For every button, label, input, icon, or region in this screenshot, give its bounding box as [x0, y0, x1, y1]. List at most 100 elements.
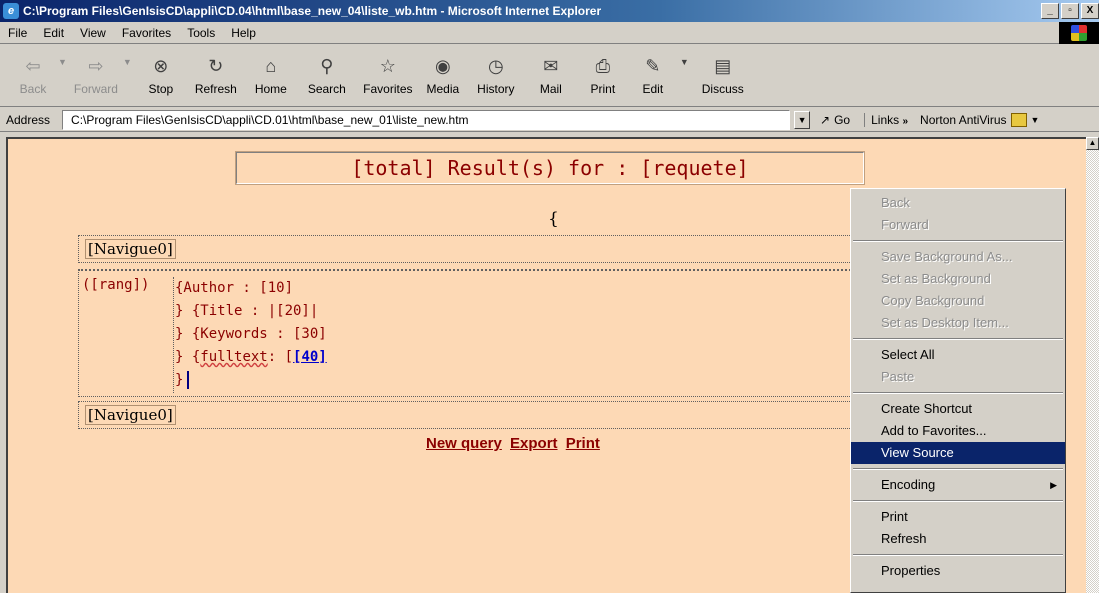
cm-separator — [853, 468, 1063, 470]
print-label: Print — [590, 81, 616, 96]
field-title: } {Title : |[20]| — [175, 303, 319, 319]
links-button[interactable]: Links » — [864, 112, 909, 127]
navigue-bottom: [Navigue0] — [78, 401, 878, 429]
edit-dropdown-icon[interactable]: ▼ — [680, 57, 689, 67]
navigue-bottom-label: [Navigue0] — [85, 405, 176, 425]
back-button[interactable]: ⇦ Back — [10, 45, 56, 105]
cm-separator — [853, 338, 1063, 340]
cm-refresh[interactable]: Refresh — [851, 528, 1065, 550]
fields-cell: {Author : [10] } {Title : |[20]| } {Keyw… — [175, 277, 327, 392]
forward-dropdown-icon[interactable]: ▼ — [123, 57, 132, 67]
printer-icon: ⎙ — [595, 56, 611, 76]
forward-label: Forward — [73, 81, 118, 96]
search-button[interactable]: ⚲ Search — [296, 45, 358, 105]
go-button[interactable]: ↗ Go — [820, 113, 850, 127]
field-end: } — [175, 369, 327, 392]
norton-antivirus-button[interactable]: Norton AntiVirus ▼ — [920, 112, 1040, 127]
menu-tools[interactable]: Tools — [179, 26, 223, 40]
address-bar: Address C:\Program Files\GenIsisCD\appli… — [0, 108, 1099, 132]
go-label: Go — [834, 112, 851, 127]
menu-favorites[interactable]: Favorites — [114, 26, 179, 40]
home-icon: ⌂ — [265, 56, 277, 76]
go-arrow-icon: ↗ — [820, 112, 831, 127]
back-arrow-icon: ⇦ — [25, 56, 41, 76]
cm-select-all[interactable]: Select All — [851, 344, 1065, 366]
navigue-top-label: [Navigue0] — [85, 239, 176, 259]
cm-encoding[interactable]: Encoding ▶ — [851, 474, 1065, 496]
cm-view-source[interactable]: View Source — [851, 442, 1065, 464]
cm-print[interactable]: Print — [851, 506, 1065, 528]
chevron-right-icon: » — [902, 115, 909, 127]
address-dropdown-icon[interactable]: ▼ — [794, 110, 811, 129]
favorites-star-icon: ☆ — [379, 56, 396, 76]
text-caret — [187, 371, 190, 389]
ie-logo-icon: e — [3, 3, 19, 19]
fulltext-link[interactable]: [40] — [293, 349, 327, 365]
scroll-up-icon[interactable]: ▲ — [1086, 137, 1099, 150]
fulltext-prefix: } { — [175, 349, 201, 365]
history-icon: ◷ — [487, 56, 504, 76]
menu-edit[interactable]: Edit — [35, 26, 72, 40]
history-button[interactable]: ◷ History — [468, 45, 524, 105]
stop-label: Stop — [148, 81, 174, 96]
edit-button[interactable]: ✎ Edit — [628, 45, 678, 105]
norton-dropdown-icon[interactable]: ▼ — [1031, 115, 1040, 125]
cm-save-background: Save Background As... — [881, 249, 1013, 264]
vertical-scrollbar[interactable]: ▲ — [1086, 137, 1099, 593]
new-query-link[interactable]: New query — [426, 435, 502, 452]
discuss-button[interactable]: ▤ Discuss — [693, 45, 753, 105]
submenu-arrow-icon: ▶ — [1050, 480, 1057, 490]
cm-add-to-favorites[interactable]: Add to Favorites... — [851, 420, 1065, 442]
window-title: C:\Program Files\GenIsisCD\appli\CD.04\h… — [23, 4, 602, 18]
media-globe-icon: ◉ — [434, 56, 451, 76]
back-label: Back — [19, 81, 47, 96]
favorites-label: Favorites — [363, 81, 413, 96]
media-button[interactable]: ◉ Media — [418, 45, 468, 105]
cm-encoding-label: Encoding — [881, 477, 936, 492]
window-titlebar[interactable]: e C:\Program Files\GenIsisCD\appli\CD.04… — [0, 0, 1099, 22]
mail-button[interactable]: ✉ Mail — [524, 45, 578, 105]
record-template: ([rang]) {Author : [10] } {Title : |[20]… — [78, 269, 878, 397]
refresh-label: Refresh — [194, 81, 237, 96]
window-controls: _ ▫ X — [1039, 3, 1099, 19]
refresh-button[interactable]: ↻ Refresh — [186, 45, 246, 105]
windows-flag-icon — [1071, 25, 1087, 41]
cm-separator — [853, 240, 1063, 242]
home-button[interactable]: ⌂ Home — [246, 45, 296, 105]
maximize-button[interactable]: ▫ — [1061, 3, 1079, 19]
menu-view[interactable]: View — [72, 26, 114, 40]
export-link[interactable]: Export — [510, 435, 558, 452]
navigue-top: [Navigue0] — [78, 235, 878, 263]
rang-cell: ([rang]) — [82, 277, 174, 393]
norton-label: Norton AntiVirus — [920, 112, 1007, 127]
standard-toolbar: ⇦ Back ▼ ⇨ Forward ▼ ⊗ Stop ↻ Refresh ⌂ … — [0, 45, 1099, 107]
address-input[interactable]: C:\Program Files\GenIsisCD\appli\CD.01\h… — [62, 109, 791, 130]
cm-separator — [853, 392, 1063, 394]
cm-properties[interactable]: Properties — [851, 560, 1065, 582]
favorites-button[interactable]: ☆ Favorites — [358, 45, 418, 105]
norton-icon — [1010, 112, 1027, 127]
discuss-icon: ▤ — [714, 56, 732, 76]
print-link[interactable]: Print — [566, 435, 600, 452]
print-button[interactable]: ⎙ Print — [578, 45, 628, 105]
stop-button[interactable]: ⊗ Stop — [136, 45, 186, 105]
media-label: Media — [426, 81, 460, 96]
minimize-button[interactable]: _ — [1041, 3, 1059, 19]
menu-help[interactable]: Help — [223, 26, 264, 40]
cm-set-desktop-item: Set as Desktop Item... — [881, 315, 1009, 330]
stop-icon: ⊗ — [153, 56, 169, 76]
field-end-brace: } — [175, 372, 184, 388]
cm-paste: Paste — [881, 369, 915, 384]
action-links: New query Export Print — [426, 435, 604, 452]
back-dropdown-icon[interactable]: ▼ — [58, 57, 67, 67]
mail-icon: ✉ — [543, 56, 559, 76]
cm-create-shortcut[interactable]: Create Shortcut — [851, 398, 1065, 420]
close-button[interactable]: X — [1081, 3, 1099, 19]
menu-file[interactable]: File — [0, 26, 35, 40]
field-keywords: } {Keywords : [30] — [175, 326, 327, 342]
forward-button[interactable]: ⇨ Forward — [71, 45, 121, 105]
mail-label: Mail — [539, 81, 562, 96]
fulltext-mid: : [ — [267, 349, 294, 365]
field-author: {Author : [10] — [175, 280, 294, 296]
cm-separator — [853, 554, 1063, 556]
